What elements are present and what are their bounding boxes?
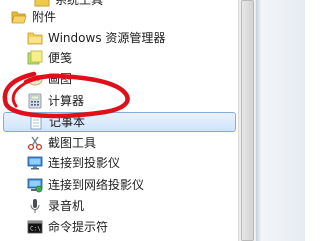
list-item-sound-recorder[interactable]: 录音机 [0,196,238,216]
list-item-label: 画图 [48,72,73,86]
list-item-snipping-tool[interactable]: 截图工具 [0,133,238,153]
pane-edge-shadow [257,0,262,241]
list-item-label: Windows 资源管理器 [48,31,166,45]
sticky-note-icon [27,50,43,66]
list-item-notepad[interactable]: 记事本 [3,112,236,132]
list-item-paint[interactable]: 画图 [0,69,238,89]
command-prompt-icon: C:\ [27,219,43,235]
list-item-connect-projector[interactable]: 连接到投影仪 [0,153,238,173]
start-menu-right-pane [256,0,305,241]
start-menu-program-list: 系统工具 附件 Windows 资源管理器 便笺 画图 计算器 记事本 截图工具… [0,0,238,241]
scrollbar-thumb[interactable] [241,0,254,241]
list-item-label: 便笺 [48,51,73,65]
network-projector-icon [27,177,43,193]
list-item-label: 计算器 [48,94,85,108]
list-item-label: 录音机 [48,199,85,213]
folder-label: 附件 [32,10,57,24]
open-folder-icon [11,9,27,25]
list-item-calculator[interactable]: 计算器 [0,91,238,111]
list-item-sticky-notes[interactable]: 便笺 [0,48,238,68]
svg-text:C:\: C:\ [30,226,41,233]
list-item-label: 截图工具 [48,136,97,150]
list-item-label: 连接到网络投影仪 [48,178,145,192]
list-item-connect-network-projector[interactable]: 连接到网络投影仪 [0,175,238,195]
paint-icon [27,71,43,87]
folder-accessories[interactable]: 附件 [0,7,238,27]
snipping-tool-icon [27,135,43,151]
projector-icon [27,155,43,171]
list-item-label: 记事本 [49,115,86,129]
list-item-command-prompt[interactable]: C:\ 命令提示符 [0,217,238,237]
microphone-icon [27,198,43,214]
list-item-windows-explorer[interactable]: Windows 资源管理器 [0,28,238,48]
notepad-icon [28,114,44,130]
list-item-label: 命令提示符 [48,220,109,234]
vertical-scrollbar[interactable] [238,0,256,241]
calculator-icon [27,93,43,109]
explorer-folder-icon [27,30,43,46]
list-item-label: 连接到投影仪 [48,156,121,170]
